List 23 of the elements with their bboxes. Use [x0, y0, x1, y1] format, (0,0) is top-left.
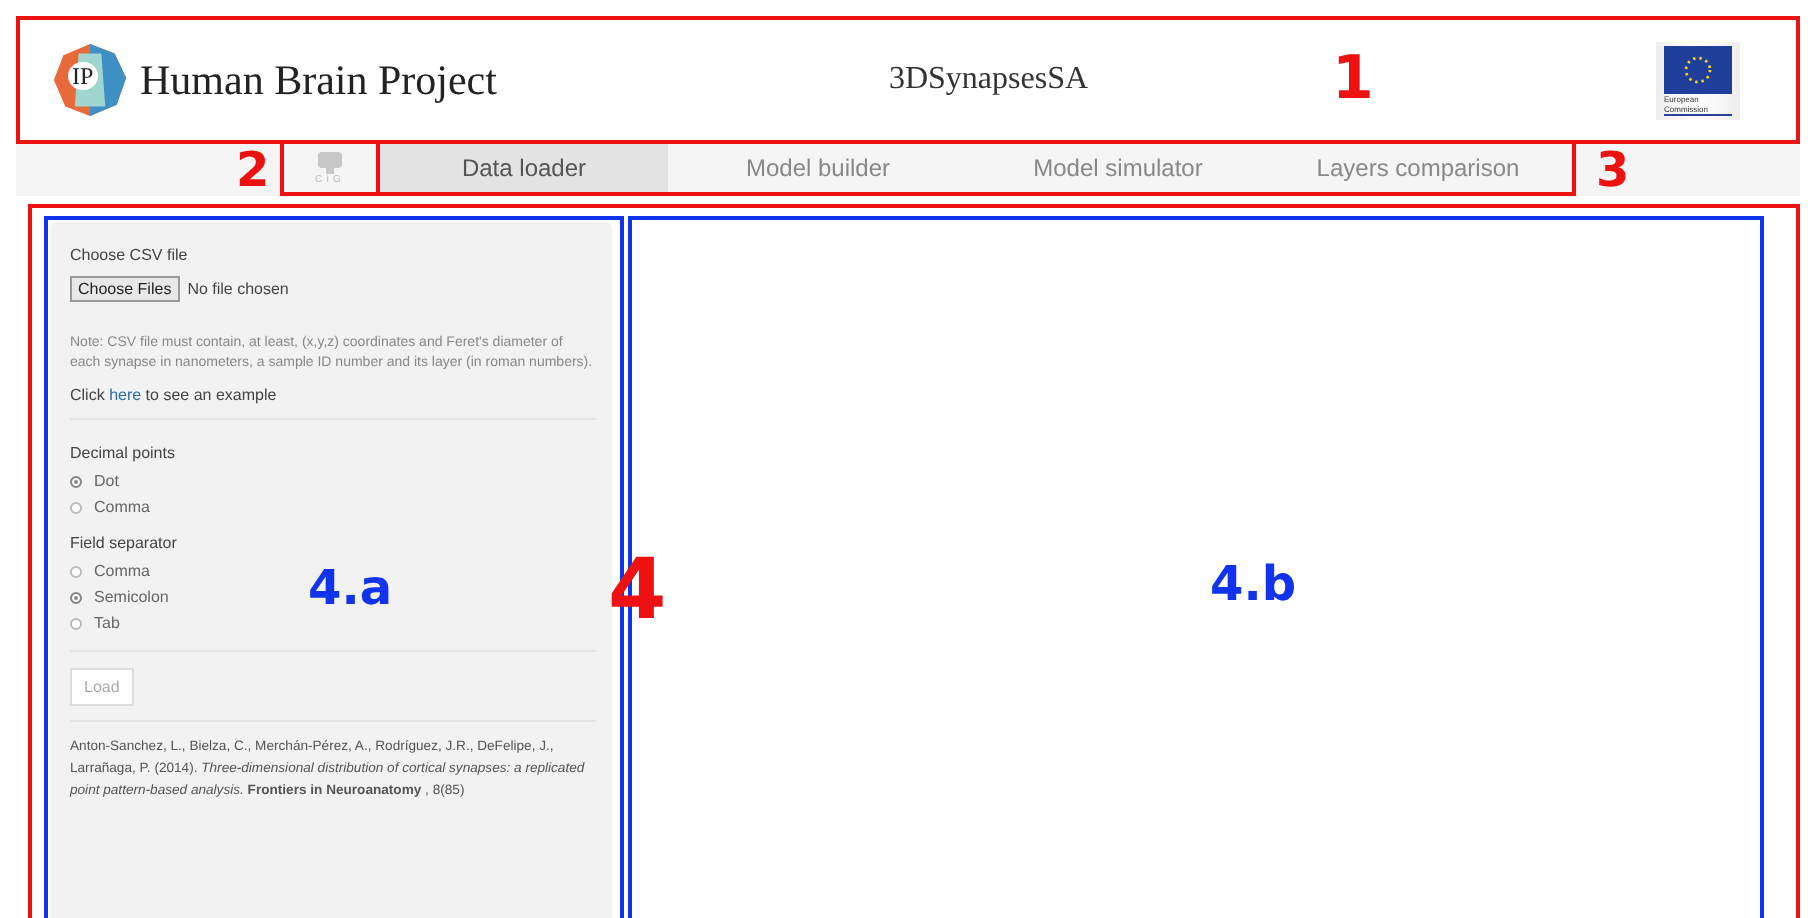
- choose-files-button[interactable]: Choose Files: [70, 276, 180, 302]
- annotation-label: 1: [1332, 50, 1374, 110]
- example-text: Click here to see an example: [70, 386, 279, 404]
- app-name: 3DSynapsesSA: [888, 62, 1089, 98]
- group-label: Decimal points: [70, 444, 177, 462]
- annotation-label: 3: [1596, 146, 1630, 194]
- nav-tab[interactable]: Model simulator: [968, 144, 1268, 192]
- nav-tab[interactable]: Data loader: [380, 144, 668, 192]
- nav-tab[interactable]: Layers comparison: [1268, 144, 1568, 192]
- flag-icon: [1664, 45, 1732, 93]
- site-title: Human Brain Project: [140, 55, 497, 105]
- nav-tab[interactable]: Model builder: [668, 144, 968, 192]
- radio-option[interactable]: Dot: [70, 468, 596, 494]
- annotation-label: 4.a: [308, 564, 393, 612]
- example-link[interactable]: here: [109, 386, 142, 404]
- monitor-icon: [316, 151, 344, 173]
- radio-option[interactable]: Comma: [70, 494, 596, 520]
- annotation-label: 4.b: [1210, 560, 1296, 608]
- file-status: No file chosen: [187, 280, 289, 298]
- radio-option[interactable]: Tab: [70, 610, 596, 636]
- field-label: Choose CSV file: [70, 246, 190, 264]
- group-label: Field separator: [70, 534, 179, 552]
- annotation-label: 2: [236, 146, 272, 194]
